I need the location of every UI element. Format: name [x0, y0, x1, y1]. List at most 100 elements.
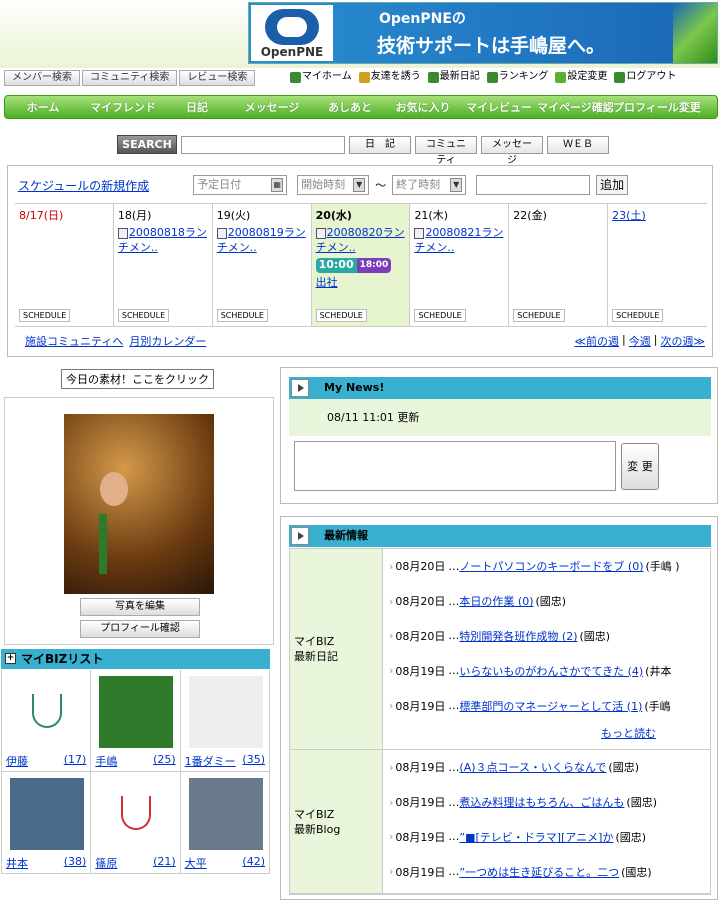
member-photo[interactable] — [10, 778, 84, 850]
calendar-event-link[interactable]: 20080820ランチメン.. — [315, 225, 406, 255]
util-link[interactable]: ログアウト — [614, 69, 676, 85]
schedule-title-input[interactable] — [476, 175, 591, 195]
schedule-button[interactable]: SCHEDULE — [612, 309, 664, 322]
search-input[interactable] — [181, 135, 345, 154]
schedule-button[interactable]: SCHEDULE — [315, 309, 367, 322]
date-input[interactable]: 予定日付 ▦ — [193, 175, 288, 195]
calendar-event-link[interactable]: 20080818ランチメン.. — [117, 225, 208, 255]
schedule-button[interactable]: SCHEDULE — [19, 309, 71, 322]
schedule-button[interactable]: SCHEDULE — [513, 309, 565, 322]
search-button[interactable]: SEARCH — [117, 135, 177, 154]
member-photo[interactable] — [188, 676, 263, 748]
member-photo[interactable] — [99, 676, 174, 748]
facility-community-link[interactable]: 施設コミュニティへ — [25, 333, 123, 349]
member-name-link[interactable]: 大平 (42) — [185, 855, 265, 871]
item-date: 08月20日 — [395, 595, 446, 609]
openpne-banner[interactable]: OpenPNE OpenPNEの 技術サポートは手嶋屋へ。 — [248, 2, 718, 64]
prev-week-link[interactable]: ≪前の週 — [575, 333, 620, 349]
member-name-link[interactable]: 1番ダミー (35) — [185, 753, 265, 769]
schedule-button[interactable]: SCHEDULE — [216, 309, 268, 322]
member-name: 1番ダミー — [184, 755, 236, 768]
item-dots: … — [448, 629, 460, 643]
this-week-link[interactable]: 今週 — [629, 333, 651, 349]
calendar-icon[interactable]: ▦ — [271, 178, 284, 192]
item-dots: … — [448, 865, 460, 879]
add-button[interactable]: 追加 — [596, 175, 629, 195]
nav-item[interactable]: マイレビュー — [461, 99, 537, 115]
item-title-link[interactable]: (A)３点コース・いくらなんで — [459, 759, 606, 775]
item-title-link[interactable]: ノートパソコンのキーボードをブ (0) — [459, 558, 643, 574]
item-title-link[interactable]: ”一つめは生き延びること。二つ — [459, 864, 619, 880]
item-title-link[interactable]: 本日の作業 (0) — [459, 593, 533, 609]
schedule-button[interactable]: SCHEDULE — [414, 309, 466, 322]
util-link[interactable]: 友達を誘う — [358, 69, 421, 85]
util-link[interactable]: マイホーム — [290, 69, 352, 85]
item-date: 08月19日 — [395, 761, 446, 775]
search-tab[interactable]: コミュニティ検索 — [82, 70, 178, 86]
nav-item[interactable]: メッセージ — [229, 99, 315, 115]
member-photo[interactable] — [99, 778, 174, 850]
member-photo[interactable] — [188, 778, 263, 850]
biz-member[interactable]: 手嶋 (25) — [91, 670, 181, 772]
end-time-select[interactable]: 終了時刻 ▼ — [392, 175, 467, 195]
member-name-link[interactable]: 手嶋 (25) — [95, 753, 175, 769]
plus-icon[interactable]: + — [5, 653, 16, 664]
monthly-calendar-link[interactable]: 月別カレンダー — [129, 333, 206, 349]
schedule-title-link[interactable]: 出社 — [316, 275, 406, 290]
calendar-event-link[interactable]: 20080819ランチメン.. — [216, 225, 307, 255]
daily-material-button[interactable]: 今日の素材！ここをクリック — [61, 369, 214, 389]
item-title-link[interactable]: いらないものがわんさかでてきた (4) — [459, 663, 643, 679]
util-link[interactable]: 設定変更 — [555, 69, 607, 85]
member-count: (42) — [242, 855, 265, 868]
util-link-label: ログアウト — [626, 71, 677, 82]
nav-item[interactable]: マイページ確認 — [537, 99, 614, 115]
news-updated: 08/11 11:01 更新 — [327, 411, 420, 424]
member-name-link[interactable]: 篠原 (21) — [95, 855, 175, 871]
biz-member[interactable]: 井本 (38) — [2, 772, 92, 874]
search-tab[interactable]: メンバー検索 — [4, 70, 80, 86]
biz-member[interactable]: 1番ダミー (35) — [180, 670, 270, 772]
start-time-select[interactable]: 開始時刻 ▼ — [297, 175, 370, 195]
calendar-event-link[interactable]: 20080821ランチメン.. — [414, 225, 504, 255]
member-name-link[interactable]: 井本 (38) — [6, 855, 86, 871]
end-time: 18:00 — [356, 258, 392, 273]
biz-member[interactable]: 篠原 (21) — [91, 772, 181, 874]
nav-item[interactable]: お気に入り — [385, 99, 461, 115]
diary-icon — [315, 227, 326, 239]
schedule-panel: スケジュールの新規作成 予定日付 ▦ 開始時刻 ▼ 〜 終了時刻 ▼ 追加 8/17(… — [7, 165, 713, 357]
check-profile-button[interactable]: プロフィール確認 — [80, 620, 200, 638]
item-title-link[interactable]: 煮込み料理はもちろん、ごはんも — [459, 794, 624, 810]
create-schedule-link[interactable]: スケジュールの新規作成 — [18, 177, 149, 194]
change-button[interactable]: 変 更 — [621, 443, 659, 490]
biz-member[interactable]: 大平 (42) — [180, 772, 270, 874]
member-drawing — [32, 694, 62, 728]
item-date: 08月20日 — [395, 560, 446, 574]
item-author: (井本 — [645, 664, 672, 678]
item-author: (國忠) — [621, 865, 652, 879]
search-tab[interactable]: レビュー検索 — [179, 70, 256, 86]
schedule-button[interactable]: SCHEDULE — [117, 309, 170, 322]
latest-section: マイBIZ 最新Blog › 08月19日… (A)３点コース・いくらなんで (國忠) › 0… — [290, 749, 710, 895]
edit-photo-button[interactable]: 写真を編集 — [80, 598, 200, 616]
item-title-link[interactable]: 特別開発各班作成物 (2) — [459, 628, 577, 644]
read-more-link[interactable]: もっと読む — [389, 723, 704, 745]
nav-item[interactable]: プロフィール変更 — [613, 99, 701, 115]
search-option[interactable]: ＷＥＢ — [547, 135, 609, 154]
section-items: › 08月20日… ノートパソコンのキーボードをブ (0) (手嶋 ) › 08月20日…… — [383, 549, 710, 749]
util-link[interactable]: 最新日記 — [427, 69, 480, 85]
search-option[interactable]: 日 記 — [349, 135, 411, 154]
nav-item[interactable]: あしあと — [315, 99, 385, 115]
next-week-link[interactable]: 次の週≫ — [660, 333, 705, 349]
item-title-link[interactable]: ”■[テレビ・ドラマ][アニメ]か — [459, 829, 613, 845]
biz-member[interactable]: 伊藤 (17) — [2, 670, 92, 772]
member-name-link[interactable]: 伊藤 (17) — [6, 753, 86, 769]
search-option[interactable]: コミュニティ — [415, 135, 477, 166]
search-option[interactable]: メッセージ — [481, 135, 543, 166]
nav-item[interactable]: 日記 — [165, 99, 229, 115]
util-link[interactable]: ランキング — [486, 69, 548, 85]
item-title-link[interactable]: 標準部門のマネージャーとして活 (1) — [459, 698, 642, 714]
news-textarea[interactable] — [294, 441, 616, 491]
nav-item[interactable]: ホーム — [5, 99, 81, 115]
nav-item[interactable]: マイフレンド — [81, 99, 165, 115]
member-photo[interactable] — [10, 676, 84, 748]
